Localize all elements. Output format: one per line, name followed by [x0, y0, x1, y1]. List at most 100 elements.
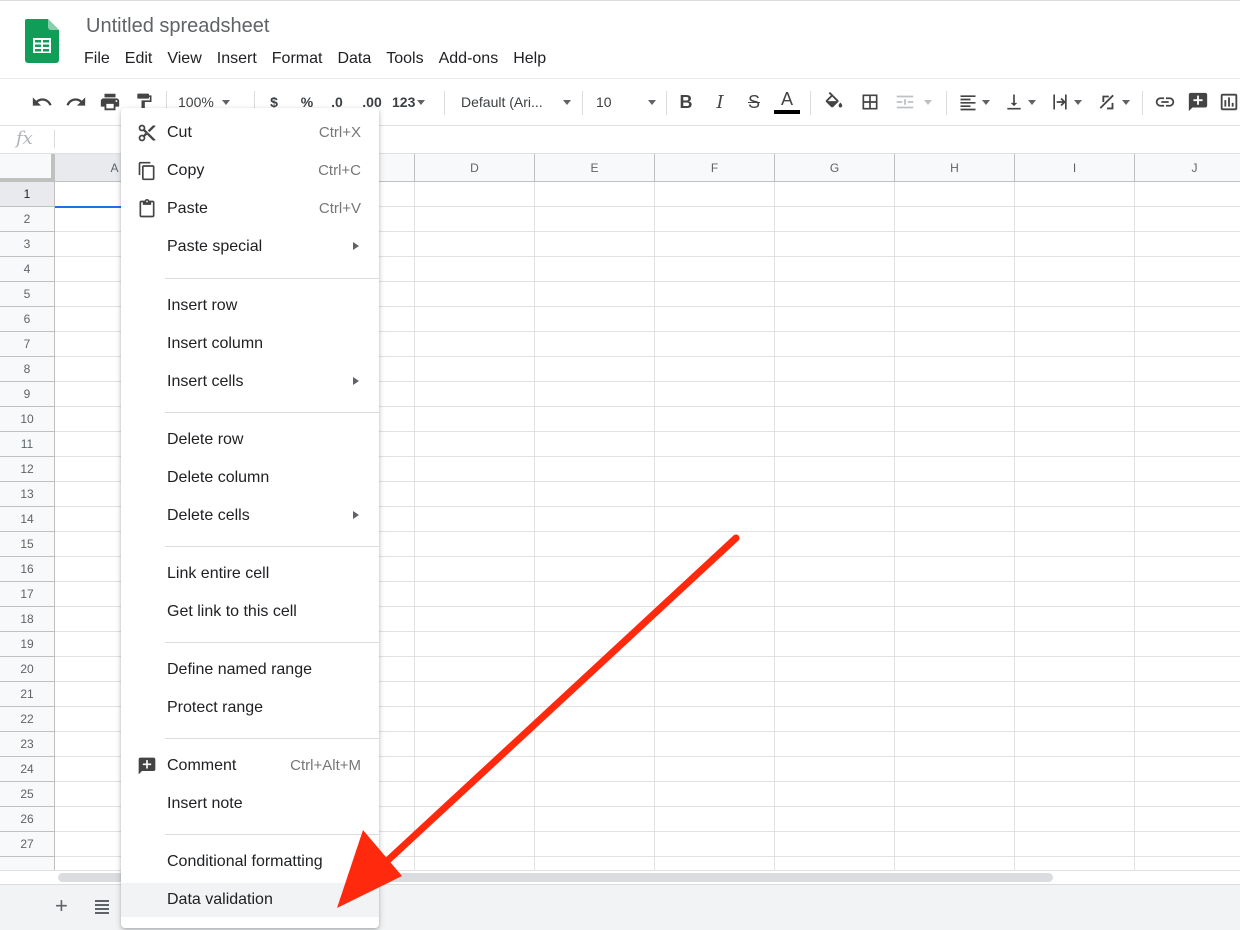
menu-add-ons[interactable]: Add-ons	[439, 48, 506, 70]
chevron-down-icon	[1028, 99, 1036, 105]
menu-item-delete-row[interactable]: Delete row	[121, 423, 379, 457]
menu-item-insert-column[interactable]: Insert column	[121, 327, 379, 361]
menu-item-shortcut: Ctrl+V	[318, 200, 361, 217]
fill-color-button[interactable]	[822, 89, 846, 115]
row-header[interactable]	[0, 857, 55, 870]
row-header[interactable]: 18	[0, 607, 55, 632]
menu-item-define-named-range[interactable]: Define named range	[121, 653, 379, 687]
column-header-i[interactable]: I	[1015, 154, 1135, 182]
vertical-align-button[interactable]	[1004, 89, 1040, 115]
text-wrapping-button[interactable]	[1050, 89, 1086, 115]
select-all-corner[interactable]	[0, 154, 55, 182]
row-header[interactable]: 10	[0, 407, 55, 432]
menu-item-data-validation[interactable]: Data validation	[121, 883, 379, 917]
menu-edit[interactable]: Edit	[125, 48, 160, 70]
row-header[interactable]: 22	[0, 707, 55, 732]
menu-item-comment[interactable]: Comment Ctrl+Alt+M	[121, 749, 379, 783]
menu-insert[interactable]: Insert	[217, 48, 264, 70]
row-header[interactable]: 13	[0, 482, 55, 507]
menu-data[interactable]: Data	[337, 48, 378, 70]
menu-view[interactable]: View	[167, 48, 208, 70]
toolbar-divider	[666, 91, 667, 115]
toolbar-divider	[444, 91, 445, 115]
chevron-down-icon	[1122, 99, 1130, 105]
row-header[interactable]: 27	[0, 832, 55, 857]
row-header[interactable]: 2	[0, 207, 55, 232]
bold-button[interactable]: B	[676, 89, 696, 115]
add-sheet-button[interactable]: +	[55, 893, 68, 919]
font-size-value: 10	[596, 94, 612, 110]
copy-icon	[138, 161, 155, 181]
row-header[interactable]: 24	[0, 757, 55, 782]
row-header[interactable]: 17	[0, 582, 55, 607]
row-header[interactable]: 14	[0, 507, 55, 532]
menu-format[interactable]: Format	[272, 48, 330, 70]
menu-file[interactable]: File	[84, 48, 117, 70]
row-header[interactable]: 5	[0, 282, 55, 307]
insert-comment-button[interactable]	[1186, 89, 1210, 115]
row-header[interactable]: 20	[0, 657, 55, 682]
menu-item-label: Define named range	[167, 661, 312, 678]
menu-item-conditional-formatting[interactable]: Conditional formatting	[121, 845, 379, 879]
borders-button[interactable]	[858, 89, 882, 115]
row-header[interactable]: 9	[0, 382, 55, 407]
row-header[interactable]: 8	[0, 357, 55, 382]
undo-button[interactable]	[30, 89, 54, 115]
column-header-e[interactable]: E	[535, 154, 655, 182]
menu-item-protect-range[interactable]: Protect range	[121, 691, 379, 725]
column-header-f[interactable]: F	[655, 154, 775, 182]
row-header[interactable]: 4	[0, 257, 55, 282]
row-header[interactable]: 15	[0, 532, 55, 557]
font-size-select[interactable]: 10	[596, 89, 656, 115]
row-header[interactable]: 7	[0, 332, 55, 357]
insert-chart-button[interactable]	[1218, 89, 1240, 115]
menu-item-shortcut: Ctrl+Alt+M	[290, 757, 361, 774]
row-header[interactable]: 16	[0, 557, 55, 582]
row-header[interactable]: 19	[0, 632, 55, 657]
row-header[interactable]: 23	[0, 732, 55, 757]
sheets-logo-icon[interactable]	[25, 19, 59, 63]
row-header[interactable]: 12	[0, 457, 55, 482]
menu-divider	[165, 834, 379, 835]
borders-icon	[862, 94, 878, 110]
row-header[interactable]: 1	[0, 182, 55, 207]
print-button[interactable]	[98, 89, 122, 115]
row-header[interactable]: 25	[0, 782, 55, 807]
menu-item-delete-column[interactable]: Delete column	[121, 461, 379, 495]
horizontal-align-button[interactable]	[958, 89, 994, 115]
merge-cells-button[interactable]	[894, 89, 938, 115]
menu-item-insert-note[interactable]: Insert note	[121, 787, 379, 821]
column-header-d[interactable]: D	[415, 154, 535, 182]
row-header[interactable]: 26	[0, 807, 55, 832]
menu-item-insert-row[interactable]: Insert row	[121, 289, 379, 323]
menu-tools[interactable]: Tools	[386, 48, 430, 70]
menu-item-link-entire-cell[interactable]: Link entire cell	[121, 557, 379, 591]
menu-bar: File Edit View Insert Format Data Tools …	[84, 48, 561, 70]
redo-button[interactable]	[64, 89, 88, 115]
menu-item-paste[interactable]: Paste Ctrl+V	[121, 192, 379, 226]
menu-item-copy[interactable]: Copy Ctrl+C	[121, 154, 379, 188]
font-select[interactable]: Default (Ari...	[461, 89, 571, 115]
insert-link-button[interactable]	[1152, 89, 1178, 115]
menu-item-insert-cells[interactable]: Insert cells	[121, 365, 379, 399]
italic-button[interactable]: I	[710, 89, 730, 115]
text-color-button[interactable]: A	[774, 89, 800, 115]
column-header-j[interactable]: J	[1135, 154, 1240, 182]
link-icon	[1155, 97, 1175, 107]
all-sheets-list-icon[interactable]	[92, 897, 112, 915]
menu-item-cut[interactable]: Cut Ctrl+X	[121, 116, 379, 150]
more-formats-button[interactable]: 123	[392, 89, 432, 115]
text-rotation-button[interactable]	[1096, 89, 1134, 115]
column-header-g[interactable]: G	[775, 154, 895, 182]
row-header[interactable]: 6	[0, 307, 55, 332]
menu-help[interactable]: Help	[513, 48, 553, 70]
row-header[interactable]: 3	[0, 232, 55, 257]
menu-item-delete-cells[interactable]: Delete cells	[121, 499, 379, 533]
strikethrough-button[interactable]: S	[744, 89, 764, 115]
column-header-h[interactable]: H	[895, 154, 1015, 182]
menu-item-get-link[interactable]: Get link to this cell	[121, 595, 379, 629]
row-header[interactable]: 21	[0, 682, 55, 707]
menu-item-paste-special[interactable]: Paste special	[121, 230, 379, 264]
row-header[interactable]: 11	[0, 432, 55, 457]
document-title[interactable]: Untitled spreadsheet	[86, 15, 269, 38]
